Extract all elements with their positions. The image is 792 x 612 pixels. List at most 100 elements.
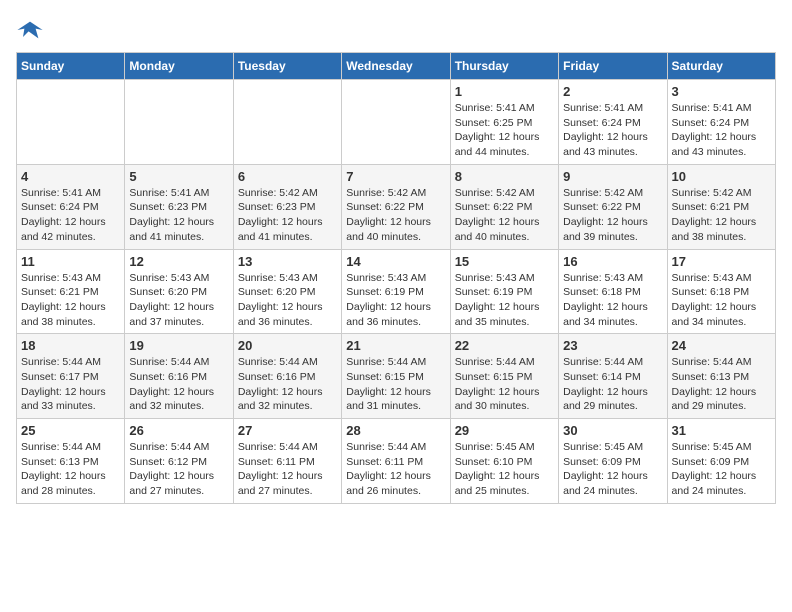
day-number: 1 bbox=[455, 84, 554, 99]
day-number: 14 bbox=[346, 254, 445, 269]
day-info: Sunrise: 5:45 AM Sunset: 6:09 PM Dayligh… bbox=[672, 440, 771, 499]
day-number: 20 bbox=[238, 338, 337, 353]
calendar-header: SundayMondayTuesdayWednesdayThursdayFrid… bbox=[17, 53, 776, 80]
day-number: 23 bbox=[563, 338, 662, 353]
day-info: Sunrise: 5:43 AM Sunset: 6:21 PM Dayligh… bbox=[21, 271, 120, 330]
day-info: Sunrise: 5:42 AM Sunset: 6:22 PM Dayligh… bbox=[455, 186, 554, 245]
calendar-cell: 10 Sunrise: 5:42 AM Sunset: 6:21 PM Dayli… bbox=[667, 164, 775, 249]
day-info: Sunrise: 5:42 AM Sunset: 6:22 PM Dayligh… bbox=[346, 186, 445, 245]
day-info: Sunrise: 5:44 AM Sunset: 6:11 PM Dayligh… bbox=[238, 440, 337, 499]
day-info: Sunrise: 5:45 AM Sunset: 6:10 PM Dayligh… bbox=[455, 440, 554, 499]
day-number: 2 bbox=[563, 84, 662, 99]
day-number: 13 bbox=[238, 254, 337, 269]
day-of-week-header: Thursday bbox=[450, 53, 558, 80]
day-info: Sunrise: 5:44 AM Sunset: 6:13 PM Dayligh… bbox=[672, 355, 771, 414]
calendar-week-row: 18 Sunrise: 5:44 AM Sunset: 6:17 PM Dayli… bbox=[17, 334, 776, 419]
calendar-cell bbox=[125, 80, 233, 165]
calendar-week-row: 25 Sunrise: 5:44 AM Sunset: 6:13 PM Dayli… bbox=[17, 419, 776, 504]
calendar-cell: 24 Sunrise: 5:44 AM Sunset: 6:13 PM Dayli… bbox=[667, 334, 775, 419]
day-number: 9 bbox=[563, 169, 662, 184]
day-number: 10 bbox=[672, 169, 771, 184]
day-info: Sunrise: 5:41 AM Sunset: 6:25 PM Dayligh… bbox=[455, 101, 554, 160]
calendar-cell: 22Sunrise: 5:44 AM Sunset: 6:15 PM Dayli… bbox=[450, 334, 558, 419]
day-info: Sunrise: 5:42 AM Sunset: 6:21 PM Dayligh… bbox=[672, 186, 771, 245]
day-number: 8 bbox=[455, 169, 554, 184]
logo-bird-icon bbox=[16, 16, 44, 44]
day-info: Sunrise: 5:41 AM Sunset: 6:24 PM Dayligh… bbox=[563, 101, 662, 160]
day-info: Sunrise: 5:44 AM Sunset: 6:15 PM Dayligh… bbox=[346, 355, 445, 414]
calendar-cell bbox=[233, 80, 341, 165]
calendar-cell: 5 Sunrise: 5:41 AM Sunset: 6:23 PM Daylig… bbox=[125, 164, 233, 249]
calendar-cell: 27 Sunrise: 5:44 AM Sunset: 6:11 PM Dayli… bbox=[233, 419, 341, 504]
calendar-cell: 30 Sunrise: 5:45 AM Sunset: 6:09 PM Dayli… bbox=[559, 419, 667, 504]
calendar-cell: 9 Sunrise: 5:42 AM Sunset: 6:22 PM Daylig… bbox=[559, 164, 667, 249]
day-info: Sunrise: 5:44 AM Sunset: 6:11 PM Dayligh… bbox=[346, 440, 445, 499]
day-number: 25 bbox=[21, 423, 120, 438]
day-number: 24 bbox=[672, 338, 771, 353]
calendar-cell: 18 Sunrise: 5:44 AM Sunset: 6:17 PM Dayli… bbox=[17, 334, 125, 419]
day-number: 16 bbox=[563, 254, 662, 269]
day-of-week-header: Sunday bbox=[17, 53, 125, 80]
calendar-cell bbox=[17, 80, 125, 165]
day-number: 17 bbox=[672, 254, 771, 269]
day-number: 18 bbox=[21, 338, 120, 353]
day-info: Sunrise: 5:44 AM Sunset: 6:13 PM Dayligh… bbox=[21, 440, 120, 499]
day-number: 28 bbox=[346, 423, 445, 438]
day-info: Sunrise: 5:43 AM Sunset: 6:20 PM Dayligh… bbox=[238, 271, 337, 330]
day-number: 15 bbox=[455, 254, 554, 269]
day-number: 26 bbox=[129, 423, 228, 438]
calendar-body: 1 Sunrise: 5:41 AM Sunset: 6:25 PM Daylig… bbox=[17, 80, 776, 504]
day-number: 6 bbox=[238, 169, 337, 184]
calendar-cell: 29Sunrise: 5:45 AM Sunset: 6:10 PM Dayli… bbox=[450, 419, 558, 504]
calendar-week-row: 1 Sunrise: 5:41 AM Sunset: 6:25 PM Daylig… bbox=[17, 80, 776, 165]
day-info: Sunrise: 5:44 AM Sunset: 6:15 PM Dayligh… bbox=[455, 355, 554, 414]
calendar-cell: 16Sunrise: 5:43 AM Sunset: 6:18 PM Dayli… bbox=[559, 249, 667, 334]
day-info: Sunrise: 5:44 AM Sunset: 6:12 PM Dayligh… bbox=[129, 440, 228, 499]
calendar-cell: 31Sunrise: 5:45 AM Sunset: 6:09 PM Dayli… bbox=[667, 419, 775, 504]
day-info: Sunrise: 5:43 AM Sunset: 6:20 PM Dayligh… bbox=[129, 271, 228, 330]
calendar-week-row: 11 Sunrise: 5:43 AM Sunset: 6:21 PM Dayli… bbox=[17, 249, 776, 334]
day-info: Sunrise: 5:44 AM Sunset: 6:17 PM Dayligh… bbox=[21, 355, 120, 414]
day-number: 7 bbox=[346, 169, 445, 184]
calendar-cell: 17 Sunrise: 5:43 AM Sunset: 6:18 PM Dayli… bbox=[667, 249, 775, 334]
days-header-row: SundayMondayTuesdayWednesdayThursdayFrid… bbox=[17, 53, 776, 80]
calendar-cell: 8 Sunrise: 5:42 AM Sunset: 6:22 PM Daylig… bbox=[450, 164, 558, 249]
calendar-cell: 14 Sunrise: 5:43 AM Sunset: 6:19 PM Dayli… bbox=[342, 249, 450, 334]
day-info: Sunrise: 5:41 AM Sunset: 6:23 PM Dayligh… bbox=[129, 186, 228, 245]
day-info: Sunrise: 5:42 AM Sunset: 6:22 PM Dayligh… bbox=[563, 186, 662, 245]
day-info: Sunrise: 5:41 AM Sunset: 6:24 PM Dayligh… bbox=[21, 186, 120, 245]
day-info: Sunrise: 5:43 AM Sunset: 6:19 PM Dayligh… bbox=[455, 271, 554, 330]
day-number: 19 bbox=[129, 338, 228, 353]
calendar-cell: 11 Sunrise: 5:43 AM Sunset: 6:21 PM Dayli… bbox=[17, 249, 125, 334]
calendar-cell: 19 Sunrise: 5:44 AM Sunset: 6:16 PM Dayli… bbox=[125, 334, 233, 419]
calendar-cell: 7 Sunrise: 5:42 AM Sunset: 6:22 PM Daylig… bbox=[342, 164, 450, 249]
day-of-week-header: Wednesday bbox=[342, 53, 450, 80]
calendar-cell: 12Sunrise: 5:43 AM Sunset: 6:20 PM Dayli… bbox=[125, 249, 233, 334]
day-info: Sunrise: 5:43 AM Sunset: 6:19 PM Dayligh… bbox=[346, 271, 445, 330]
day-info: Sunrise: 5:45 AM Sunset: 6:09 PM Dayligh… bbox=[563, 440, 662, 499]
day-of-week-header: Tuesday bbox=[233, 53, 341, 80]
calendar-week-row: 4 Sunrise: 5:41 AM Sunset: 6:24 PM Daylig… bbox=[17, 164, 776, 249]
day-number: 27 bbox=[238, 423, 337, 438]
day-number: 4 bbox=[21, 169, 120, 184]
day-info: Sunrise: 5:44 AM Sunset: 6:14 PM Dayligh… bbox=[563, 355, 662, 414]
day-info: Sunrise: 5:43 AM Sunset: 6:18 PM Dayligh… bbox=[672, 271, 771, 330]
calendar-cell bbox=[342, 80, 450, 165]
logo bbox=[16, 16, 48, 44]
day-number: 30 bbox=[563, 423, 662, 438]
day-number: 5 bbox=[129, 169, 228, 184]
calendar-cell: 20 Sunrise: 5:44 AM Sunset: 6:16 PM Dayli… bbox=[233, 334, 341, 419]
calendar-cell: 21 Sunrise: 5:44 AM Sunset: 6:15 PM Dayli… bbox=[342, 334, 450, 419]
day-info: Sunrise: 5:44 AM Sunset: 6:16 PM Dayligh… bbox=[238, 355, 337, 414]
day-number: 3 bbox=[672, 84, 771, 99]
day-number: 11 bbox=[21, 254, 120, 269]
day-info: Sunrise: 5:44 AM Sunset: 6:16 PM Dayligh… bbox=[129, 355, 228, 414]
calendar-cell: 15 Sunrise: 5:43 AM Sunset: 6:19 PM Dayli… bbox=[450, 249, 558, 334]
calendar-cell: 2 Sunrise: 5:41 AM Sunset: 6:24 PM Daylig… bbox=[559, 80, 667, 165]
calendar-cell: 26 Sunrise: 5:44 AM Sunset: 6:12 PM Dayli… bbox=[125, 419, 233, 504]
calendar-cell: 3Sunrise: 5:41 AM Sunset: 6:24 PM Daylig… bbox=[667, 80, 775, 165]
day-of-week-header: Monday bbox=[125, 53, 233, 80]
day-number: 21 bbox=[346, 338, 445, 353]
calendar-cell: 25 Sunrise: 5:44 AM Sunset: 6:13 PM Dayli… bbox=[17, 419, 125, 504]
calendar-cell: 28 Sunrise: 5:44 AM Sunset: 6:11 PM Dayli… bbox=[342, 419, 450, 504]
